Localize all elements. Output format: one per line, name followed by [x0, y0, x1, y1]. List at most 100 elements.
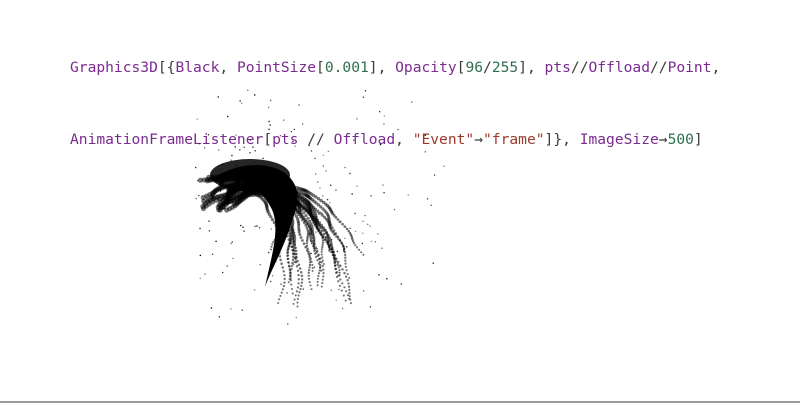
point	[296, 301, 299, 304]
point	[326, 199, 329, 201]
point	[362, 253, 365, 256]
point	[330, 184, 332, 186]
point	[317, 257, 321, 261]
point	[344, 265, 347, 268]
point	[271, 243, 274, 246]
point	[301, 218, 304, 222]
point	[397, 128, 399, 131]
point	[305, 239, 309, 243]
point	[313, 266, 316, 268]
point	[199, 277, 201, 279]
point	[309, 239, 313, 242]
point	[310, 150, 313, 152]
point	[345, 269, 348, 272]
point	[321, 235, 325, 239]
point	[322, 195, 324, 197]
point	[286, 249, 289, 252]
point	[268, 106, 270, 109]
point	[336, 218, 340, 221]
point	[297, 278, 300, 281]
point	[205, 197, 211, 203]
point	[326, 241, 330, 244]
point	[315, 226, 319, 230]
point	[314, 157, 316, 160]
point	[327, 243, 330, 246]
point	[302, 242, 306, 246]
point	[196, 118, 198, 120]
point	[241, 102, 243, 104]
graphics3d-output[interactable]	[145, 72, 495, 372]
point	[344, 237, 346, 239]
point	[294, 145, 296, 147]
point	[334, 215, 338, 219]
point	[322, 154, 325, 156]
point	[322, 275, 325, 278]
point	[278, 298, 281, 301]
point	[320, 285, 323, 288]
point	[318, 260, 322, 264]
code-token: pts	[544, 59, 571, 76]
point	[338, 271, 341, 274]
point	[309, 284, 312, 287]
point	[293, 252, 297, 256]
point	[349, 227, 351, 229]
point	[231, 154, 233, 157]
point	[287, 261, 290, 264]
point	[345, 227, 349, 231]
point	[287, 281, 290, 284]
point	[379, 111, 381, 113]
point	[288, 278, 291, 281]
point	[316, 254, 320, 258]
point	[259, 264, 261, 266]
point	[311, 263, 314, 267]
point	[262, 157, 264, 160]
point	[321, 259, 324, 262]
point	[320, 253, 323, 256]
point	[312, 244, 315, 248]
point	[364, 214, 366, 217]
point	[383, 192, 385, 194]
point	[222, 271, 224, 274]
point	[269, 124, 271, 126]
point	[269, 215, 273, 219]
code-token: ,	[711, 59, 721, 76]
point	[336, 263, 339, 266]
point	[308, 263, 312, 267]
point	[354, 230, 357, 233]
point	[271, 275, 274, 277]
point	[247, 89, 249, 91]
point	[293, 128, 295, 131]
point	[311, 267, 314, 270]
point	[424, 134, 426, 136]
point	[346, 294, 349, 297]
point	[297, 273, 300, 277]
point	[310, 288, 313, 291]
point	[308, 266, 311, 269]
point	[411, 101, 413, 103]
point	[321, 278, 324, 281]
point	[321, 241, 325, 244]
point	[329, 202, 331, 204]
point	[353, 139, 355, 141]
point	[338, 288, 340, 291]
point	[308, 281, 311, 284]
point	[339, 264, 342, 267]
point	[433, 174, 436, 176]
point	[345, 290, 348, 293]
point	[308, 253, 311, 257]
point	[367, 223, 369, 225]
point	[239, 149, 241, 151]
point	[204, 147, 206, 149]
point	[253, 289, 256, 291]
point	[335, 271, 339, 274]
point-cloud-plot[interactable]	[145, 72, 495, 372]
point	[327, 150, 329, 153]
point	[254, 225, 256, 227]
point	[383, 123, 385, 125]
point	[349, 302, 352, 305]
point	[344, 256, 347, 259]
point	[335, 299, 337, 301]
point	[321, 239, 325, 242]
point	[346, 272, 349, 276]
point	[335, 189, 337, 191]
